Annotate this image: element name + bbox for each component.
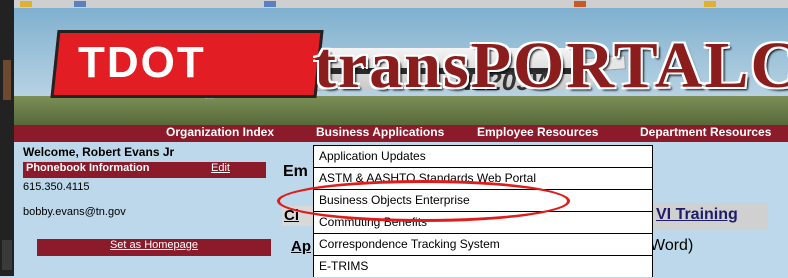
set-homepage-button[interactable]: Set as Homepage xyxy=(37,239,271,256)
highlight-ellipse-annotation xyxy=(277,180,570,222)
header-banner: N2209W TDOT transPORTALC xyxy=(14,8,788,125)
nav-department-resources[interactable]: Department Resources xyxy=(640,125,771,142)
main-heading: Em xyxy=(283,163,308,180)
menu-item-e-trims[interactable]: E-TRIMS xyxy=(314,256,652,278)
site-title[interactable]: transPORTALC xyxy=(314,28,788,104)
menu-item-correspondence-tracking[interactable]: Correspondence Tracking System xyxy=(314,234,652,256)
left-edge-strip xyxy=(0,0,14,276)
user-email: bobby.evans@tn.gov xyxy=(23,206,126,218)
training-tab[interactable]: VI Training xyxy=(648,203,768,229)
nav-organization-index[interactable]: Organization Index xyxy=(166,125,274,142)
nav-business-applications[interactable]: Business Applications xyxy=(316,125,444,142)
main-nav: Organization Index Business Applications… xyxy=(14,125,788,142)
edit-link[interactable]: Edit xyxy=(211,162,230,174)
phonebook-header: Phonebook Information Edit xyxy=(23,162,266,178)
phonebook-label: Phonebook Information xyxy=(26,162,150,174)
word-text: Word) xyxy=(650,237,694,254)
user-phone: 615.350.4115 xyxy=(23,181,90,193)
training-link[interactable]: VI Training xyxy=(656,206,738,224)
menu-item-application-updates[interactable]: Application Updates xyxy=(314,146,652,168)
main-link-ap[interactable]: Ap xyxy=(291,238,311,255)
tdot-logo[interactable]: TDOT xyxy=(78,38,206,88)
nav-employee-resources[interactable]: Employee Resources xyxy=(477,125,598,142)
welcome-text: Welcome, Robert Evans Jr xyxy=(23,145,175,159)
